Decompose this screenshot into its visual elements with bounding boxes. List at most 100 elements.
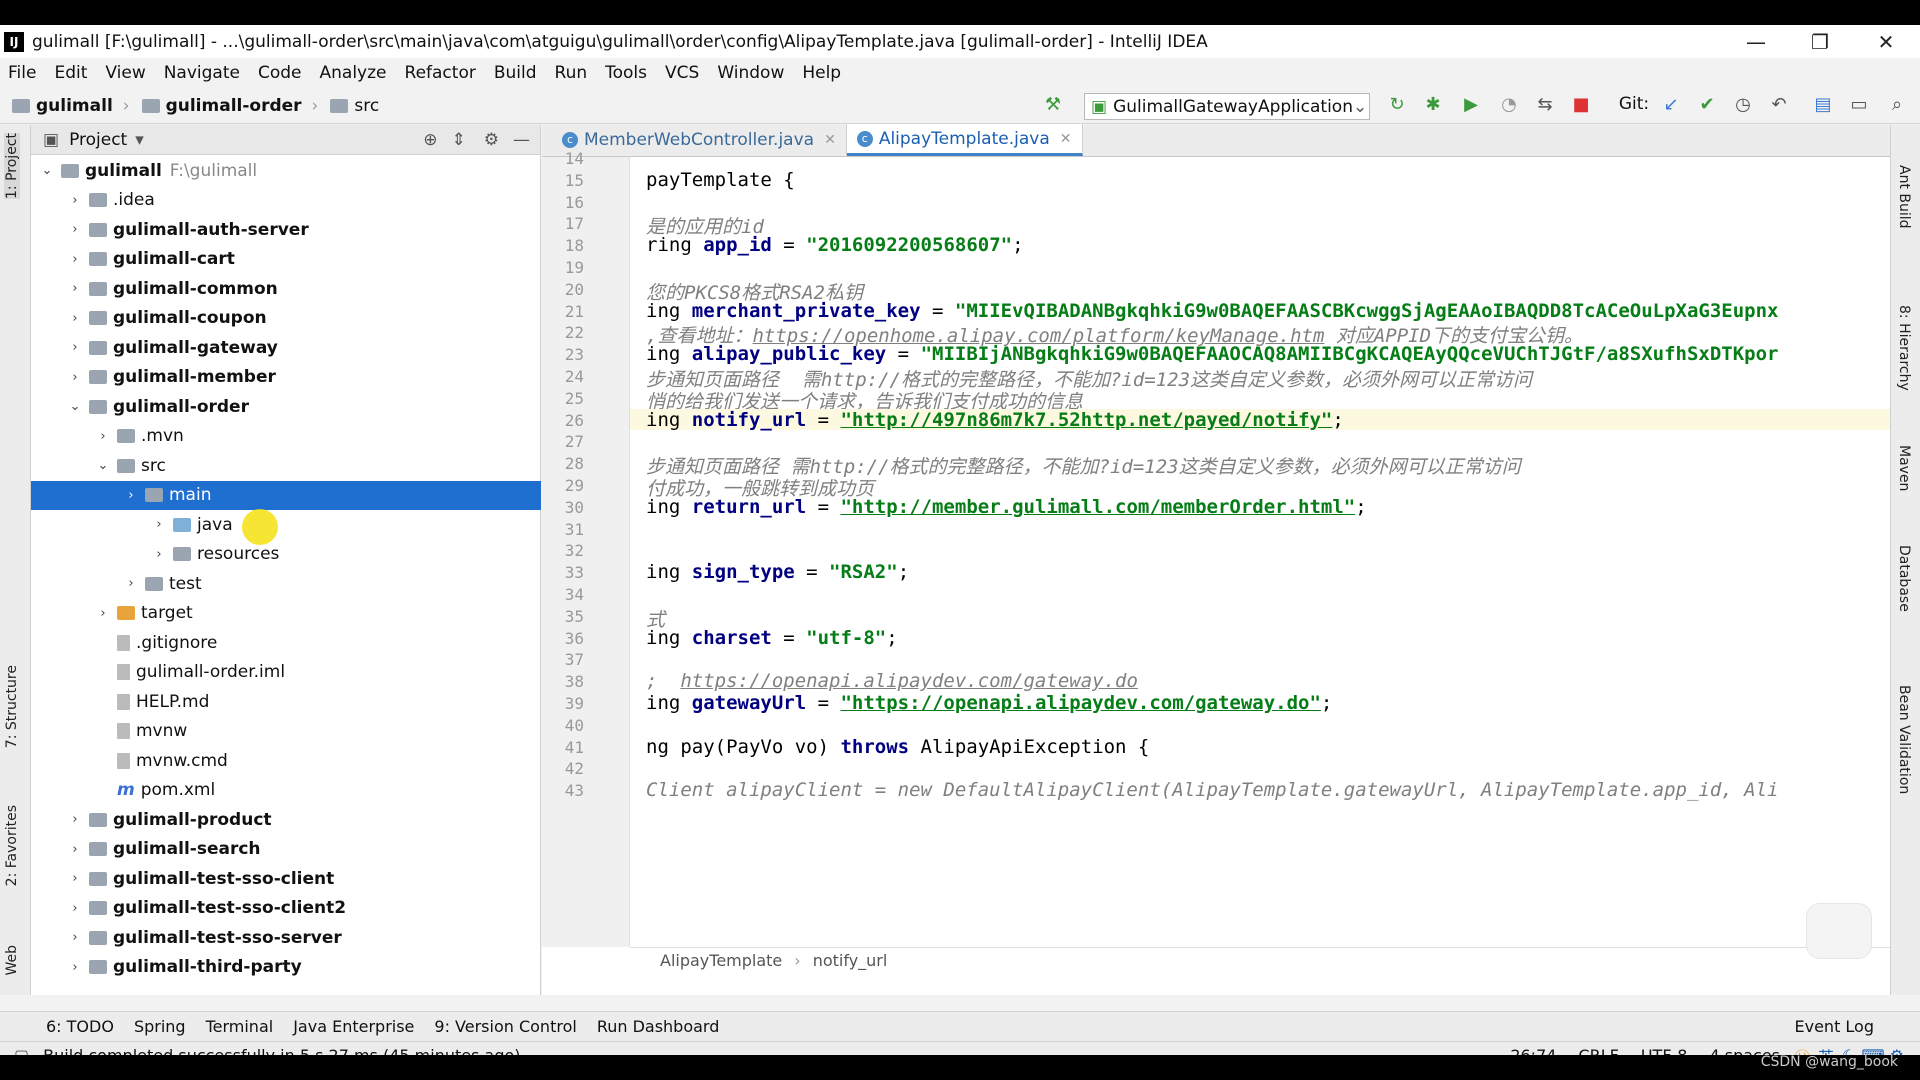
menu-build[interactable]: Build <box>494 63 537 83</box>
hide-panel-icon[interactable]: — <box>513 130 530 150</box>
tree-item[interactable]: gulimall-order.iml <box>31 658 541 687</box>
status-message[interactable]: Build completed successfully in 5 s 27 m… <box>43 1046 520 1055</box>
code-line[interactable]: 悄的给我们发送一个请求，告诉我们支付成功的信息 <box>646 387 1083 413</box>
run-configuration-select[interactable]: ▣ GulimallGatewayApplication ⌄ <box>1084 93 1370 120</box>
tool-tab-spring[interactable]: Spring <box>134 1017 186 1036</box>
code-line[interactable]: 付成功，一般跳转到成功页 <box>646 474 874 500</box>
coverage-icon[interactable]: ▶ <box>1458 94 1484 115</box>
chevron-right-icon[interactable]: › <box>67 222 83 237</box>
git-update-icon[interactable]: ↙ <box>1658 94 1684 115</box>
tree-item[interactable]: › gulimall-third-party <box>31 953 541 982</box>
code-line[interactable]: 您的PKCS8格式RSA2私钥 <box>646 278 863 304</box>
breadcrumb-gulimall[interactable]: gulimall <box>12 96 113 116</box>
debug-icon[interactable]: ✱ <box>1420 94 1446 115</box>
chevron-right-icon[interactable]: › <box>67 812 83 827</box>
close-tab-icon[interactable]: ✕ <box>824 132 836 148</box>
breadcrumb-gulimall-order[interactable]: gulimall-order <box>141 96 302 116</box>
menu-analyze[interactable]: Analyze <box>320 63 387 83</box>
code-line[interactable]: ing gatewayUrl = "https://openapi.alipay… <box>646 692 1332 714</box>
menu-window[interactable]: Window <box>717 63 784 83</box>
tree-item[interactable]: › gulimall-test-sso-client <box>31 864 541 893</box>
code-line[interactable]: 步通知页面路径 需http://格式的完整路径，不能加?id=123这类自定义参… <box>646 452 1521 478</box>
menu-tools[interactable]: Tools <box>605 63 647 83</box>
tree-item[interactable]: .gitignore <box>31 628 541 657</box>
revert-icon[interactable]: ↶ <box>1766 94 1792 115</box>
code-line[interactable]: ing alipay_public_key = "MIIBIjANBgkqhki… <box>646 343 1779 365</box>
code-line[interactable]: ing notify_url = "http://497n86m7k7.52ht… <box>630 408 1890 431</box>
menu-navigate[interactable]: Navigate <box>164 63 240 83</box>
tool-tab-run-dashboard[interactable]: Run Dashboard <box>597 1017 720 1036</box>
chevron-right-icon[interactable]: › <box>67 281 83 296</box>
chevron-right-icon[interactable]: › <box>95 429 111 444</box>
chevron-right-icon[interactable]: › <box>67 871 83 886</box>
menu-code[interactable]: Code <box>258 63 302 83</box>
tree-item[interactable]: › gulimall-coupon <box>31 304 541 333</box>
tool-tab-java-enterprise[interactable]: Java Enterprise <box>293 1017 414 1036</box>
close-tab-icon[interactable]: ✕ <box>1060 131 1072 147</box>
tab-alipaytemplate[interactable]: c AlipayTemplate.java ✕ <box>846 124 1083 156</box>
code-line[interactable]: ring app_id = "2016092200568607"; <box>646 234 1024 256</box>
caret-position[interactable]: 26:74 <box>1510 1046 1556 1055</box>
chevron-right-icon[interactable]: › <box>123 576 139 591</box>
code-line[interactable]: ing merchant_private_key = "MIIEvQIBADAN… <box>646 300 1778 322</box>
tool-tab-maven[interactable]: Maven <box>1896 445 1912 491</box>
tree-item[interactable]: ⌄ gulimall-order <box>31 392 541 421</box>
tool-tab-project[interactable]: 1: Project <box>4 133 20 199</box>
restore-icon[interactable]: ❐ <box>1790 25 1850 58</box>
tree-item[interactable]: › gulimall-gateway <box>31 333 541 362</box>
tree-item[interactable]: mvnw <box>31 717 541 746</box>
tree-item[interactable]: ⌄ src <box>31 451 541 480</box>
project-view-select[interactable]: Project <box>69 130 127 150</box>
tree-item[interactable]: m pom.xml <box>31 776 541 805</box>
breadcrumb-src[interactable]: src <box>330 96 379 116</box>
menu-edit[interactable]: Edit <box>54 63 87 83</box>
video-play-icon[interactable] <box>1806 903 1872 959</box>
chevron-right-icon[interactable]: › <box>67 960 83 975</box>
chevron-right-icon[interactable]: › <box>123 488 139 503</box>
chevron-right-icon[interactable]: › <box>67 252 83 267</box>
line-separator[interactable]: CRLF <box>1578 1046 1618 1055</box>
stop-icon[interactable]: ■ <box>1568 94 1594 115</box>
code-view[interactable]: payTemplate { 是的应用的id ring app_id = "20160… <box>630 157 1890 947</box>
tree-item[interactable]: › gulimall-cart <box>31 245 541 274</box>
tree-item[interactable]: › .idea <box>31 186 541 215</box>
chevron-right-icon[interactable]: › <box>67 901 83 916</box>
minimize-icon[interactable]: — <box>1726 25 1786 58</box>
rerun-icon[interactable]: ↻ <box>1384 94 1410 115</box>
code-line[interactable]: ng pay(PayVo vo) throws AlipayApiExcepti… <box>646 736 1149 758</box>
tree-item[interactable]: › resources <box>31 540 541 569</box>
chevron-right-icon[interactable]: › <box>67 842 83 857</box>
code-line[interactable]: 式 <box>646 605 665 631</box>
chevron-right-icon[interactable]: › <box>67 370 83 385</box>
search-icon[interactable]: ⌕ <box>1884 94 1910 115</box>
chevron-right-icon[interactable]: › <box>67 930 83 945</box>
hammer-icon[interactable]: ⚒ <box>1040 94 1066 115</box>
code-line[interactable]: ; https://openapi.alipaydev.com/gateway.… <box>646 670 1138 692</box>
tree-item[interactable]: mvnw.cmd <box>31 746 541 775</box>
git-commit-icon[interactable]: ✔ <box>1694 94 1720 115</box>
code-line[interactable]: ,查看地址：https://openhome.alipay.com/platfo… <box>646 321 1583 347</box>
file-encoding[interactable]: UTF-8 <box>1641 1046 1688 1055</box>
tool-tab-web[interactable]: Web <box>4 945 20 976</box>
tool-tab-bean-validation[interactable]: Bean Validation <box>1896 685 1912 794</box>
profile-icon[interactable]: ◔ <box>1496 94 1522 115</box>
tree-item[interactable]: HELP.md <box>31 687 541 716</box>
tree-item[interactable]: › gulimall-product <box>31 805 541 834</box>
breadcrumb-class[interactable]: AlipayTemplate <box>660 951 782 970</box>
menu-vcs[interactable]: VCS <box>665 63 699 83</box>
code-line[interactable]: 是的应用的id <box>646 212 764 238</box>
code-line[interactable]: ing sign_type = "RSA2"; <box>646 561 909 583</box>
code-line[interactable]: ing return_url = "http://member.gulimall… <box>646 496 1367 518</box>
chevron-down-icon[interactable]: ⌄ <box>67 399 83 414</box>
menu-run[interactable]: Run <box>555 63 588 83</box>
tool-tab-version-control[interactable]: 9: Version Control <box>434 1017 576 1036</box>
locate-icon[interactable]: ⊕ <box>423 130 437 150</box>
code-line[interactable]: Client alipayClient = new DefaultAlipayC… <box>646 779 1778 801</box>
tree-item[interactable]: › gulimall-test-sso-client2 <box>31 894 541 923</box>
tool-tab-database[interactable]: Database <box>1896 545 1912 612</box>
tree-item[interactable]: › java <box>31 510 541 539</box>
chevron-right-icon[interactable]: › <box>67 193 83 208</box>
code-line[interactable]: payTemplate { <box>646 169 795 191</box>
tree-item[interactable]: › main <box>31 480 541 510</box>
menu-file[interactable]: File <box>8 63 36 83</box>
